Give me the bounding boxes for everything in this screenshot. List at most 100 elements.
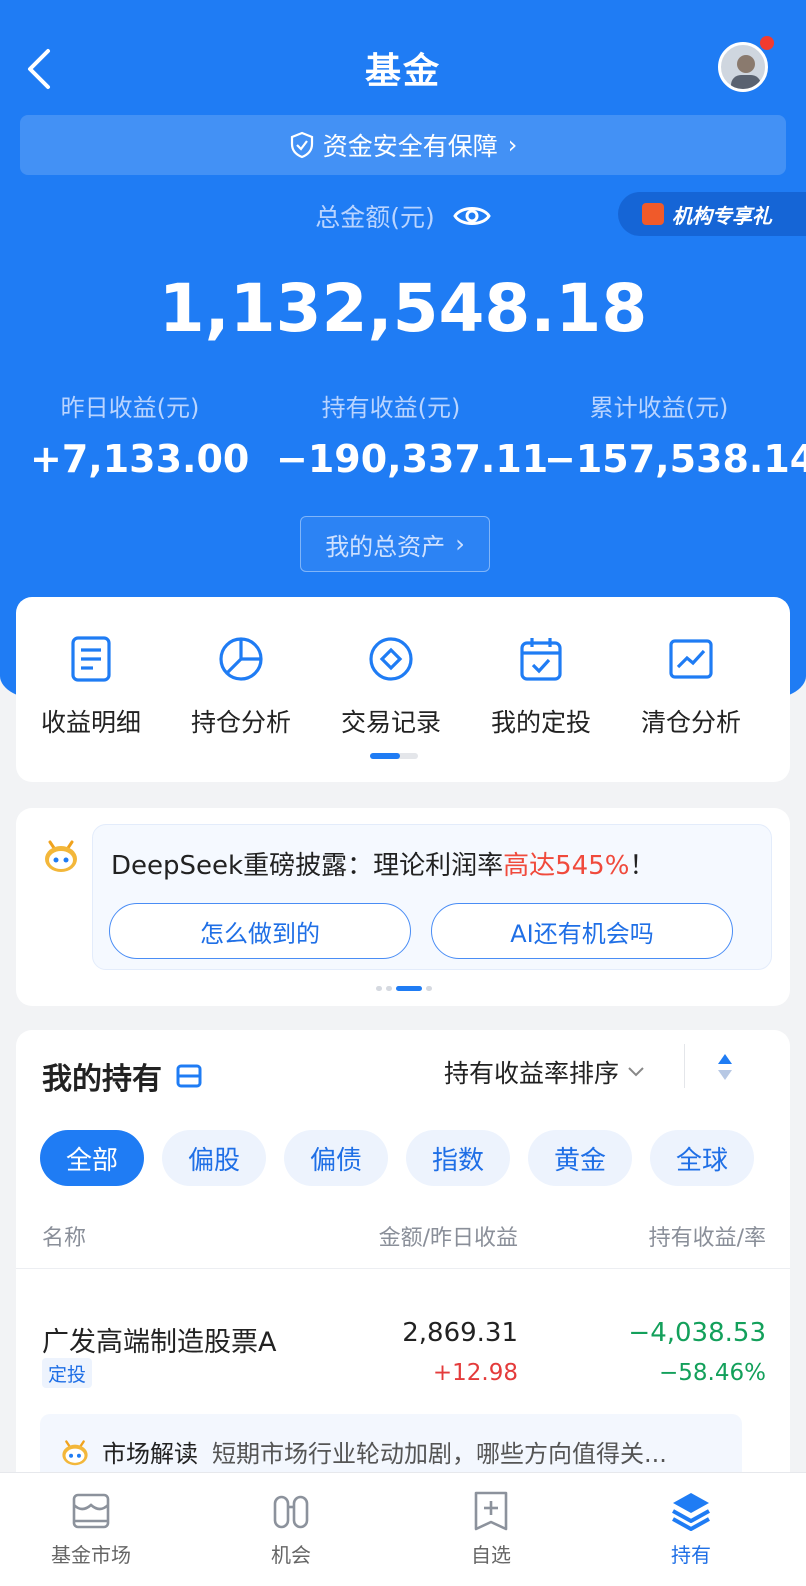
chevron-down-icon xyxy=(628,1067,644,1077)
page-title: 基金 xyxy=(364,51,441,92)
holdings-title: 我的持有 xyxy=(42,1062,162,1097)
fund-sip-tag: 定投 xyxy=(42,1358,93,1388)
sort-order-icon[interactable] xyxy=(716,1052,734,1082)
institution-gift-badge[interactable]: 机构专享礼 xyxy=(618,192,806,236)
how-button[interactable]: 怎么做到的 xyxy=(109,903,411,959)
actions-pager xyxy=(370,753,418,759)
trend-chart-icon xyxy=(669,639,713,679)
insight-text: 短期市场行业轮动加剧，哪些方向值得关... xyxy=(212,1439,667,1468)
action-earnings-detail[interactable]: 收益明细 xyxy=(16,635,166,739)
action-holding-analysis[interactable]: 持仓分析 xyxy=(166,635,316,739)
chip-equity[interactable]: 偏股 xyxy=(162,1130,266,1186)
fund-name: 广发高端制造股票A xyxy=(42,1327,277,1358)
quick-actions-card: 收益明细 持仓分析 交易记录 我的定投 清仓分析 xyxy=(16,597,790,782)
pie-chart-icon xyxy=(219,637,263,681)
binoculars-icon xyxy=(273,1495,309,1529)
total-amount: 1,132,548.18 xyxy=(158,270,648,347)
ai-chance-button[interactable]: AI还有机会吗 xyxy=(431,903,733,959)
total-assets-label: 我的总资产 xyxy=(325,532,446,561)
hero-panel xyxy=(0,0,806,700)
fund-hold-rate: −58.46% xyxy=(659,1360,766,1386)
chip-index[interactable]: 指数 xyxy=(406,1130,510,1186)
security-banner[interactable]: 资金安全有保障 › xyxy=(20,115,786,175)
fund-day-profit: +12.98 xyxy=(432,1360,518,1386)
tab-watchlist[interactable]: 自选 xyxy=(416,1489,566,1568)
fund-hold-profit: −4,038.53 xyxy=(628,1318,766,1348)
action-label: 清仓分析 xyxy=(640,708,741,737)
tab-label: 基金市场 xyxy=(51,1543,131,1567)
stat-cumulative: 累计收益(元) −157,538.14 xyxy=(544,388,806,481)
tab-opportunity[interactable]: 机会 xyxy=(216,1489,366,1568)
add-bookmark-icon xyxy=(474,1491,508,1531)
chip-gold[interactable]: 黄金 xyxy=(528,1130,632,1186)
ai-bot-icon xyxy=(62,1440,88,1466)
filter-chips-scroller[interactable]: 全部 偏股 偏债 指数 黄金 全球 xyxy=(16,1122,762,1202)
tab-label: 自选 xyxy=(471,1543,511,1567)
total-assets-button[interactable]: 我的总资产 › xyxy=(300,516,490,572)
action-label: 交易记录 xyxy=(340,708,441,737)
calendar-check-icon xyxy=(520,638,562,681)
column-header-profit: 持有收益/率 xyxy=(648,1226,766,1251)
stat-label: 持有收益(元) xyxy=(321,394,461,422)
stat-holding: 持有收益(元) −190,337.11 xyxy=(276,388,549,481)
gift-icon xyxy=(642,203,664,225)
stat-value: −157,538.14 xyxy=(544,437,806,481)
actions-pager-fill xyxy=(370,753,400,759)
news-bubble[interactable]: DeepSeek重磅披露：理论利润率高达545%！ 怎么做到的 AI还有机会吗 xyxy=(92,824,772,970)
security-text: 资金安全有保障 xyxy=(322,132,498,161)
chip-all[interactable]: 全部 xyxy=(40,1130,144,1186)
stat-label: 累计收益(元) xyxy=(589,394,729,422)
eye-icon[interactable] xyxy=(452,203,491,229)
insight-title: 市场解读 xyxy=(102,1439,198,1468)
pager-dot xyxy=(376,986,382,991)
stat-yesterday: 昨日收益(元) +7,133.00 xyxy=(30,388,250,481)
total-label: 总金额(元) xyxy=(315,203,435,232)
action-my-sip[interactable]: 我的定投 xyxy=(466,635,616,739)
avatar[interactable] xyxy=(718,42,768,92)
shield-check-icon xyxy=(290,131,313,159)
layers-icon xyxy=(672,1493,710,1531)
news-headline: DeepSeek重磅披露：理论利润率高达545%！ xyxy=(111,845,655,882)
divider xyxy=(684,1044,685,1088)
news-headline-suffix: ！ xyxy=(629,851,656,881)
chip-bond[interactable]: 偏债 xyxy=(284,1130,388,1186)
tab-fund-market[interactable]: 基金市场 xyxy=(16,1489,166,1568)
pager-dot-active xyxy=(396,986,422,991)
action-label: 持仓分析 xyxy=(190,708,291,737)
sort-dropdown[interactable]: 持有收益率排序 xyxy=(444,1054,645,1090)
institution-badge-label: 机构专享礼 xyxy=(672,203,772,228)
document-icon xyxy=(71,636,111,682)
news-headline-highlight: 高达545% xyxy=(503,851,630,881)
column-header-name: 名称 xyxy=(42,1226,87,1251)
chevron-right-icon: › xyxy=(507,131,518,159)
holdings-card: 我的持有 持有收益率排序 全部 偏股 偏债 指数 黄金 全球 名称 金额/昨日收… xyxy=(16,1030,790,1500)
ai-bot-icon xyxy=(45,840,77,872)
column-header-amount: 金额/昨日收益 xyxy=(378,1226,518,1251)
news-headline-prefix: DeepSeek重磅披露：理论利润率 xyxy=(111,851,504,881)
notification-dot xyxy=(760,36,774,50)
chevron-right-icon: › xyxy=(455,530,465,558)
news-pager xyxy=(376,986,432,991)
fund-amount: 2,869.31 xyxy=(402,1318,518,1348)
bottom-tab-bar: 基金市场 机会 自选 持有 xyxy=(0,1472,806,1586)
pager-dot xyxy=(426,986,432,991)
tab-label: 机会 xyxy=(271,1543,311,1567)
stat-label: 昨日收益(元) xyxy=(60,394,200,422)
action-transaction-records[interactable]: 交易记录 xyxy=(316,635,466,739)
divider xyxy=(16,1268,790,1269)
view-toggle-icon[interactable] xyxy=(176,1064,202,1088)
holdings-title-row: 我的持有 xyxy=(42,1054,202,1098)
shop-icon xyxy=(72,1493,110,1529)
stat-value: −190,337.11 xyxy=(276,437,549,481)
sort-label: 持有收益率排序 xyxy=(444,1059,620,1088)
tab-holdings[interactable]: 持有 xyxy=(616,1489,766,1568)
action-label: 我的定投 xyxy=(490,708,591,737)
stat-value: +7,133.00 xyxy=(30,437,250,481)
tab-label: 持有 xyxy=(671,1543,711,1567)
pager-dot xyxy=(386,986,392,991)
action-clearance-analysis[interactable]: 清仓分析 xyxy=(616,635,766,739)
news-card: DeepSeek重磅披露：理论利润率高达545%！ 怎么做到的 AI还有机会吗 xyxy=(16,808,790,1006)
chip-global[interactable]: 全球 xyxy=(650,1130,754,1186)
action-label: 收益明细 xyxy=(40,708,141,737)
diamond-circle-icon xyxy=(369,637,413,681)
